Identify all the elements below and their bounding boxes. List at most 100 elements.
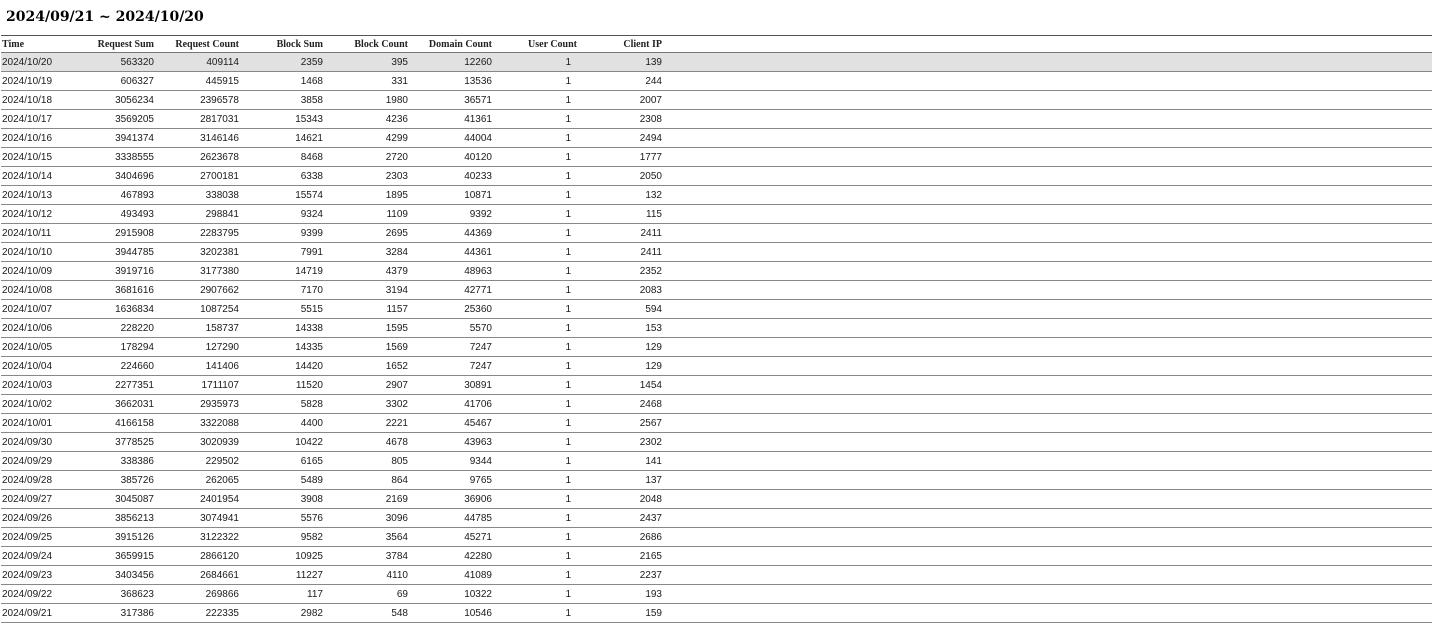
table-row[interactable]: 2024/10/02 3662031 2935973 5828 3302 41706 1 24… xyxy=(1,394,1432,414)
cell-filler xyxy=(662,603,1432,623)
cell-user-count: 1 xyxy=(492,432,577,452)
cell-request-sum: 3404696 xyxy=(57,166,154,186)
table-row[interactable]: 2024/09/22 368623 269866 117 69 10322 1 193 xyxy=(1,584,1432,604)
cell-client-ip: 2048 xyxy=(577,489,662,509)
cell-client-ip: 1454 xyxy=(577,375,662,395)
table-row[interactable]: 2024/09/29 338386 229502 6165 805 9344 1 141 xyxy=(1,451,1432,471)
cell-domain-count: 9344 xyxy=(408,451,492,471)
cell-user-count: 1 xyxy=(492,508,577,528)
column-header-request-sum[interactable]: Request Sum xyxy=(57,35,154,53)
cell-user-count: 1 xyxy=(492,242,577,262)
cell-domain-count: 45467 xyxy=(408,413,492,433)
table-row[interactable]: 2024/10/10 3944785 3202381 7991 3284 44361 1 24… xyxy=(1,242,1432,262)
table-row[interactable]: 2024/09/27 3045087 2401954 3908 2169 36906 1 20… xyxy=(1,489,1432,509)
column-header-block-sum[interactable]: Block Sum xyxy=(239,35,323,53)
table-row[interactable]: 2024/10/20 563320 409114 2359 395 12260 1 139 xyxy=(1,52,1432,72)
cell-block-count: 1595 xyxy=(323,318,408,338)
cell-filler xyxy=(662,185,1432,205)
cell-domain-count: 36906 xyxy=(408,489,492,509)
table-row[interactable]: 2024/09/24 3659915 2866120 10925 3784 42280 1 2… xyxy=(1,546,1432,566)
table-row[interactable]: 2024/10/18 3056234 2396578 3858 1980 36571 1 20… xyxy=(1,90,1432,110)
cell-client-ip: 137 xyxy=(577,470,662,490)
cell-block-sum: 11520 xyxy=(239,375,323,395)
table-row[interactable]: 2024/09/21 317386 222335 2982 548 10546 1 159 xyxy=(1,603,1432,623)
cell-filler xyxy=(662,584,1432,604)
cell-user-count: 1 xyxy=(492,261,577,281)
cell-request-count: 2935973 xyxy=(154,394,239,414)
cell-block-sum: 15343 xyxy=(239,109,323,129)
cell-user-count: 1 xyxy=(492,52,577,72)
cell-request-count: 2866120 xyxy=(154,546,239,566)
cell-block-count: 4678 xyxy=(323,432,408,452)
table-row[interactable]: 2024/10/14 3404696 2700181 6338 2303 40233 1 20… xyxy=(1,166,1432,186)
cell-domain-count: 48963 xyxy=(408,261,492,281)
table-row[interactable]: 2024/09/30 3778525 3020939 10422 4678 43963 1 2… xyxy=(1,432,1432,452)
cell-client-ip: 594 xyxy=(577,299,662,319)
cell-block-count: 1980 xyxy=(323,90,408,110)
table-row[interactable]: 2024/10/09 3919716 3177380 14719 4379 48963 1 2… xyxy=(1,261,1432,281)
cell-filler xyxy=(662,261,1432,281)
cell-block-sum: 6165 xyxy=(239,451,323,471)
cell-block-count: 4379 xyxy=(323,261,408,281)
cell-filler xyxy=(662,299,1432,319)
cell-client-ip: 2686 xyxy=(577,527,662,547)
cell-request-count: 1087254 xyxy=(154,299,239,319)
table-row[interactable]: 2024/10/05 178294 127290 14335 1569 7247 1 129 xyxy=(1,337,1432,357)
cell-block-sum: 9582 xyxy=(239,527,323,547)
cell-block-sum: 2359 xyxy=(239,52,323,72)
table-row[interactable]: 2024/10/11 2915908 2283795 9399 2695 44369 1 24… xyxy=(1,223,1432,243)
table-row[interactable]: 2024/09/28 385726 262065 5489 864 9765 1 137 xyxy=(1,470,1432,490)
cell-time: 2024/10/03 xyxy=(1,375,57,395)
cell-request-sum: 2277351 xyxy=(57,375,154,395)
column-header-client-ip[interactable]: Client IP xyxy=(577,35,662,53)
table-row[interactable]: 2024/10/03 2277351 1711107 11520 2907 30891 1 1… xyxy=(1,375,1432,395)
column-header-user-count[interactable]: User Count xyxy=(492,35,577,53)
cell-block-sum: 14621 xyxy=(239,128,323,148)
cell-client-ip: 115 xyxy=(577,204,662,224)
cell-request-count: 2401954 xyxy=(154,489,239,509)
cell-user-count: 1 xyxy=(492,299,577,319)
table-row[interactable]: 2024/10/17 3569205 2817031 15343 4236 41361 1 2… xyxy=(1,109,1432,129)
column-header-time[interactable]: Time xyxy=(1,35,57,53)
cell-time: 2024/10/08 xyxy=(1,280,57,300)
cell-block-sum: 117 xyxy=(239,584,323,604)
cell-block-count: 1895 xyxy=(323,185,408,205)
cell-filler xyxy=(662,128,1432,148)
cell-block-count: 1569 xyxy=(323,337,408,357)
cell-client-ip: 2411 xyxy=(577,242,662,262)
cell-filler xyxy=(662,489,1432,509)
table-row[interactable]: 2024/10/04 224660 141406 14420 1652 7247 1 129 xyxy=(1,356,1432,376)
table-row[interactable]: 2024/09/23 3403456 2684661 11227 4110 41089 1 2… xyxy=(1,565,1432,585)
cell-block-sum: 4400 xyxy=(239,413,323,433)
column-header-domain-count[interactable]: Domain Count xyxy=(408,35,492,53)
cell-domain-count: 9765 xyxy=(408,470,492,490)
date-range-title: 2024/09/21 ~ 2024/10/20 xyxy=(6,9,204,25)
cell-block-count: 2907 xyxy=(323,375,408,395)
cell-time: 2024/09/27 xyxy=(1,489,57,509)
cell-request-count: 141406 xyxy=(154,356,239,376)
table-row[interactable]: 2024/10/06 228220 158737 14338 1595 5570 1 153 xyxy=(1,318,1432,338)
table-row[interactable]: 2024/10/07 1636834 1087254 5515 1157 25360 1 59… xyxy=(1,299,1432,319)
table-row[interactable]: 2024/09/26 3856213 3074941 5576 3096 44785 1 24… xyxy=(1,508,1432,528)
cell-client-ip: 141 xyxy=(577,451,662,471)
table-row[interactable]: 2024/10/19 606327 445915 1468 331 13536 1 244 xyxy=(1,71,1432,91)
table-row[interactable]: 2024/10/01 4166158 3322088 4400 2221 45467 1 25… xyxy=(1,413,1432,433)
table-row[interactable]: 2024/10/08 3681616 2907662 7170 3194 42771 1 20… xyxy=(1,280,1432,300)
column-header-request-count[interactable]: Request Count xyxy=(154,35,239,53)
table-row[interactable]: 2024/09/25 3915126 3122322 9582 3564 45271 1 26… xyxy=(1,527,1432,547)
cell-time: 2024/10/05 xyxy=(1,337,57,357)
cell-block-count: 1109 xyxy=(323,204,408,224)
table-row[interactable]: 2024/10/12 493493 298841 9324 1109 9392 1 115 xyxy=(1,204,1432,224)
cell-request-sum: 3915126 xyxy=(57,527,154,547)
cell-time: 2024/09/22 xyxy=(1,584,57,604)
column-header-block-count[interactable]: Block Count xyxy=(323,35,408,53)
cell-filler xyxy=(662,204,1432,224)
cell-request-sum: 385726 xyxy=(57,470,154,490)
table-row[interactable]: 2024/10/13 467893 338038 15574 1895 10871 1 132 xyxy=(1,185,1432,205)
cell-request-count: 2907662 xyxy=(154,280,239,300)
table-row[interactable]: 2024/10/15 3338555 2623678 8468 2720 40120 1 17… xyxy=(1,147,1432,167)
cell-filler xyxy=(662,413,1432,433)
cell-client-ip: 153 xyxy=(577,318,662,338)
table-row[interactable]: 2024/10/16 3941374 3146146 14621 4299 44004 1 2… xyxy=(1,128,1432,148)
cell-domain-count: 7247 xyxy=(408,356,492,376)
